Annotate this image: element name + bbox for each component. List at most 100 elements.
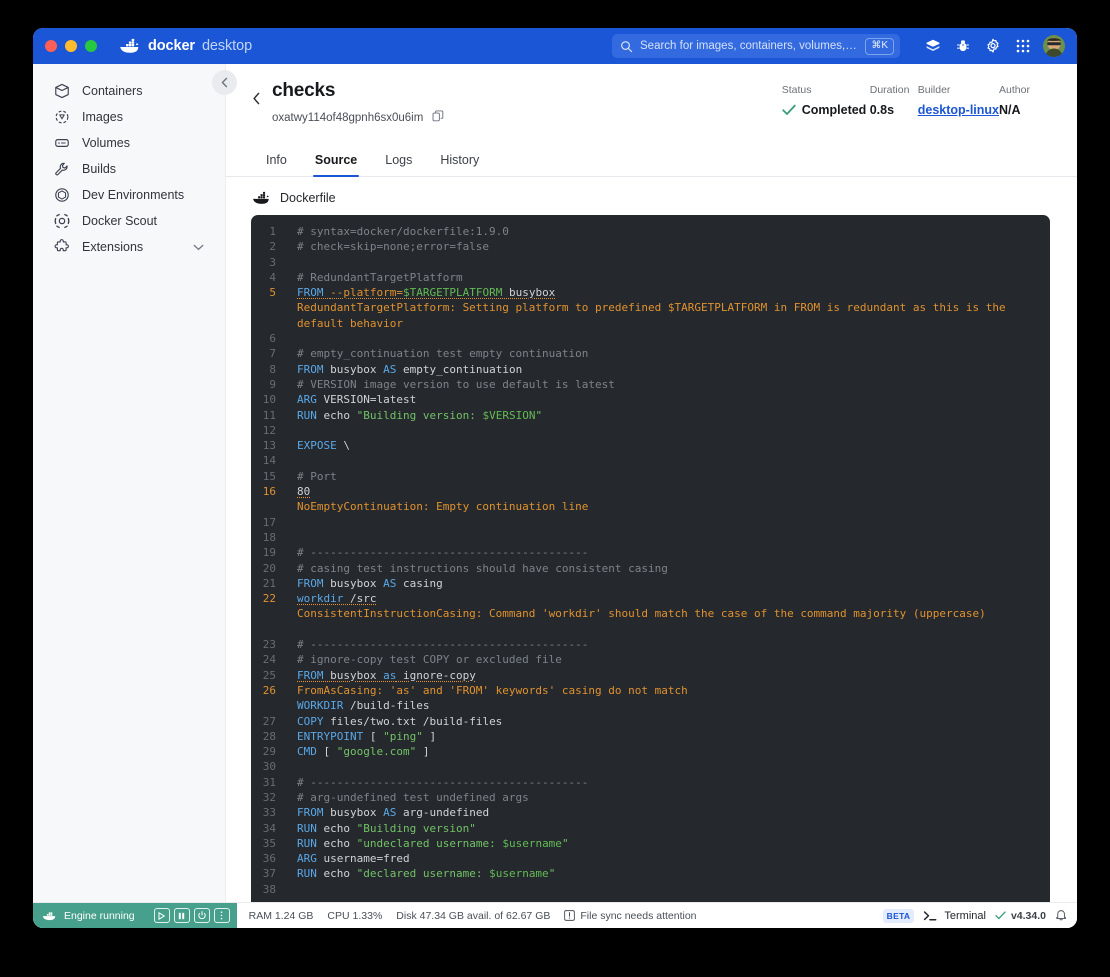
- restart-button[interactable]: [193, 908, 210, 923]
- code-token: empty_continuation: [396, 362, 523, 376]
- code-token: ]: [416, 745, 430, 759]
- code-token: echo: [316, 836, 357, 850]
- builder-link[interactable]: desktop-linux: [918, 103, 999, 117]
- kebab-icon: [220, 911, 223, 920]
- code-token: RUN: [297, 821, 317, 835]
- settings-button[interactable]: [978, 32, 1008, 60]
- code-line: ARG VERSION=latest: [297, 392, 1050, 407]
- tab-bar: Info Source Logs History: [226, 147, 1077, 177]
- code-token: echo: [316, 408, 357, 422]
- status-bar: Engine running RAM 1.24 GB CPU 1.33% Dis…: [33, 902, 1077, 928]
- code-token: # RedundantTargetPlatform: [297, 270, 463, 284]
- more-options-button[interactable]: [213, 908, 230, 923]
- minimize-window-button[interactable]: [65, 40, 77, 52]
- volume-icon: [53, 135, 70, 152]
- file-sync-text: File sync needs attention: [580, 909, 697, 922]
- line-number: 2: [269, 240, 276, 254]
- dev-env-icon: [53, 187, 70, 204]
- line-number: 19: [262, 546, 276, 560]
- user-avatar[interactable]: [1043, 35, 1065, 57]
- search-icon: [621, 40, 633, 52]
- docker-desktop-logo: docker desktop: [119, 38, 252, 54]
- code-token: WORKDIR: [297, 699, 344, 713]
- sidebar-item-label: Dev Environments: [82, 188, 185, 202]
- sidebar-item-volumes[interactable]: Volumes: [43, 130, 215, 156]
- terminal-button[interactable]: Terminal: [923, 910, 986, 922]
- line-number: 30: [262, 760, 276, 774]
- apps-grid-button[interactable]: [1008, 32, 1038, 60]
- line-number-blank: [251, 499, 276, 514]
- pause-button[interactable]: [173, 908, 190, 923]
- line-number: 16: [262, 485, 276, 499]
- status-text: Completed: [801, 103, 867, 117]
- meta-status: Status Completed: [782, 84, 870, 117]
- line-number: 25: [262, 668, 276, 682]
- dockerfile-row[interactable]: Dockerfile: [226, 177, 1077, 215]
- notifications-button[interactable]: [1055, 908, 1067, 924]
- engine-controls: [153, 908, 230, 923]
- code-line: # check=skip=none;error=false: [297, 239, 1050, 254]
- code-line: WORKDIR /build-files: [297, 698, 1050, 713]
- lint-diagnostic-message: ConsistentInstructionCasing: Command 'wo…: [297, 607, 986, 621]
- sidebar-item-builds[interactable]: Builds: [43, 156, 215, 182]
- meta-label: Status: [781, 84, 812, 96]
- docker-scout-button[interactable]: [918, 32, 948, 60]
- code-token: workdir: [297, 592, 344, 606]
- code-token: ignore-copy: [396, 668, 476, 682]
- tab-history[interactable]: History: [426, 147, 493, 176]
- line-number: 35: [262, 836, 276, 850]
- tab-logs[interactable]: Logs: [371, 147, 426, 176]
- pause-icon: [178, 912, 185, 919]
- container-icon: [53, 83, 70, 100]
- engine-status-pill[interactable]: Engine running: [33, 902, 237, 928]
- cpu-stat: CPU 1.33%: [327, 909, 383, 922]
- meta-label: Author: [999, 84, 1030, 96]
- title-bar: docker desktop Search for images, contai…: [33, 28, 1077, 64]
- ram-stat: RAM 1.24 GB: [248, 909, 314, 922]
- line-number: 11: [262, 408, 276, 422]
- terminal-label: Terminal: [944, 909, 986, 922]
- tab-source[interactable]: Source: [301, 147, 371, 177]
- file-sync-status[interactable]: File sync needs attention: [564, 909, 697, 922]
- search-input[interactable]: Search for images, containers, volumes, …: [612, 34, 900, 58]
- search-placeholder-text: Search for images, containers, volumes, …: [640, 40, 858, 52]
- line-number: 28: [262, 729, 276, 743]
- check-icon: [995, 911, 1006, 920]
- line-number: 21: [262, 576, 276, 590]
- sidebar-item-docker-scout[interactable]: Docker Scout: [43, 208, 215, 234]
- copy-icon: [432, 110, 444, 122]
- sidebar-collapse-button[interactable]: [212, 70, 237, 95]
- window-controls[interactable]: [45, 40, 97, 52]
- line-number: 14: [262, 454, 276, 468]
- code-line: RUN echo "Building version: $VERSION": [297, 408, 1050, 423]
- code-token: # --------------------------------------…: [297, 775, 589, 789]
- chevron-left-icon: [221, 77, 228, 88]
- code-token: AS: [383, 806, 397, 820]
- copy-build-id-button[interactable]: [432, 109, 444, 127]
- sidebar-item-label: Extensions: [82, 240, 144, 254]
- code-line: EXPOSE \: [297, 438, 1050, 453]
- bug-report-button[interactable]: [948, 32, 978, 60]
- code-token: /build-files: [343, 699, 430, 713]
- code-token: AS: [383, 362, 397, 376]
- sidebar-item-extensions[interactable]: Extensions: [43, 234, 215, 260]
- sidebar-item-dev-environments[interactable]: Dev Environments: [43, 182, 215, 208]
- extensions-icon: [53, 239, 70, 256]
- code-viewer[interactable]: 1 2 3 4 5 6 7 8 9 10 11 12 13 14 15 16 17 18 19 20 21 22 23 24 2…: [251, 215, 1050, 902]
- maximize-window-button[interactable]: [85, 40, 97, 52]
- sidebar-item-images[interactable]: Images: [43, 104, 215, 130]
- code-token: /src: [343, 592, 377, 606]
- sidebar-item-containers[interactable]: Containers: [43, 78, 215, 104]
- build-id-row: oxatwy114of48gpnh6sx0u6im: [272, 109, 444, 127]
- image-icon: [53, 109, 70, 126]
- play-button[interactable]: [153, 908, 170, 923]
- code-token: AS: [383, 576, 397, 590]
- docker-whale-icon: [120, 38, 139, 53]
- chevron-down-icon[interactable]: [193, 240, 205, 254]
- line-number: 37: [262, 867, 276, 881]
- back-button[interactable]: [246, 80, 266, 105]
- close-window-button[interactable]: [45, 40, 57, 52]
- version-indicator[interactable]: v4.34.0: [995, 910, 1046, 922]
- tab-info[interactable]: Info: [252, 147, 301, 176]
